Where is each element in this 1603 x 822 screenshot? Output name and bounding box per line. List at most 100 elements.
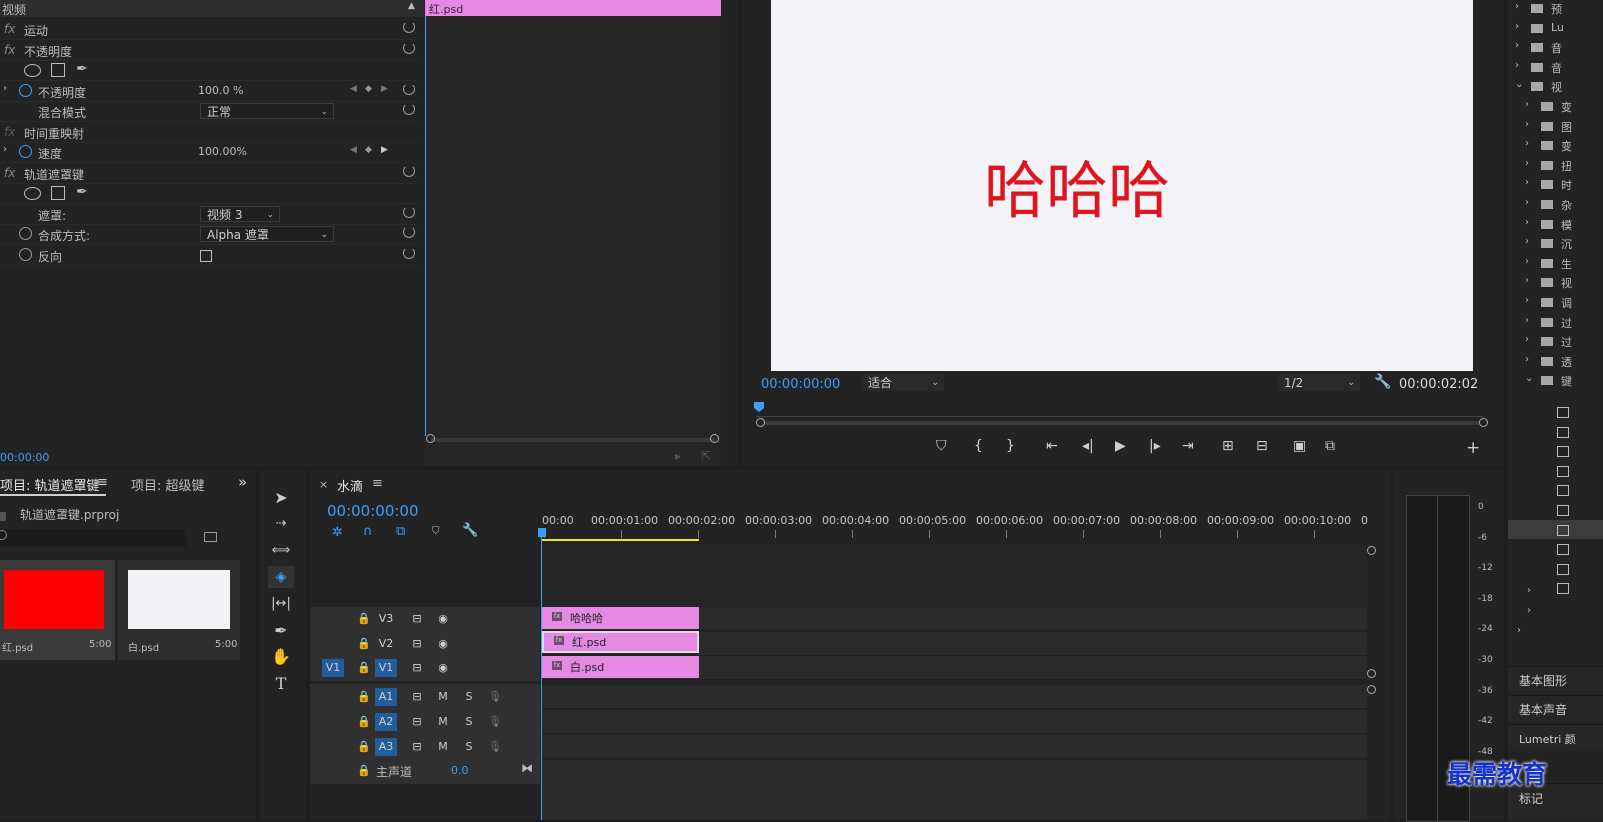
- effects-tree-selected-row[interactable]: [1508, 520, 1603, 539]
- effects-tree-item[interactable]: › 音: [1512, 39, 1602, 57]
- solo-button[interactable]: S: [458, 713, 480, 731]
- add-keyframe-icon[interactable]: ◆: [365, 145, 372, 155]
- effects-tree-item[interactable]: › 音: [1512, 59, 1602, 77]
- go-to-end-icon[interactable]: ⧓: [521, 761, 533, 775]
- track-label[interactable]: A2: [375, 713, 397, 731]
- lock-icon[interactable]: 🔒: [353, 610, 375, 628]
- go-to-out-icon[interactable]: ⇥: [1182, 438, 1194, 454]
- lift-icon[interactable]: ⊞: [1222, 438, 1234, 454]
- slip-tool-icon[interactable]: |↔|: [268, 593, 294, 615]
- sequence-menu-icon[interactable]: ≡: [372, 476, 383, 491]
- reset-icon[interactable]: [403, 165, 415, 177]
- master-value[interactable]: 0.0: [451, 764, 469, 777]
- reset-icon[interactable]: [403, 206, 415, 218]
- microphone-icon[interactable]: 🎙: [484, 738, 506, 756]
- filter-icon[interactable]: ▸: [675, 449, 681, 463]
- effects-tree-item[interactable]: › 变: [1522, 137, 1603, 155]
- mark-out-icon[interactable]: }: [1006, 438, 1015, 454]
- type-tool-icon[interactable]: T: [268, 673, 294, 695]
- add-button-icon[interactable]: +: [1466, 438, 1480, 458]
- lock-icon[interactable]: 🔒: [353, 762, 375, 780]
- reset-icon[interactable]: [403, 247, 415, 259]
- reset-icon[interactable]: [403, 42, 415, 54]
- row-opacity[interactable]: fx 不透明度: [0, 40, 420, 61]
- collapse-up-icon[interactable]: ▲: [408, 1, 415, 11]
- tab-project-super-key[interactable]: 项目: 超级键: [131, 475, 205, 494]
- preset-icon[interactable]: [1557, 505, 1569, 516]
- lock-icon[interactable]: 🔒: [353, 713, 375, 731]
- expand-chevron-icon[interactable]: ›: [3, 83, 7, 94]
- pen-mask-icon[interactable]: ✒: [76, 61, 88, 77]
- effects-tree-item[interactable]: › 变: [1522, 98, 1603, 116]
- track-label[interactable]: A3: [375, 738, 397, 756]
- chevron-right-icon[interactable]: ›: [1525, 197, 1529, 208]
- chevron-right-icon[interactable]: ›: [1525, 158, 1529, 169]
- effects-tree-item[interactable]: › Lu: [1512, 20, 1602, 38]
- snap-magnet-icon[interactable]: ∩: [363, 524, 373, 539]
- matte-select[interactable]: 视频 3 ⌄: [200, 206, 280, 222]
- stopwatch-icon[interactable]: [19, 248, 32, 261]
- preset-icon[interactable]: [1557, 426, 1569, 438]
- reset-icon[interactable]: [403, 226, 415, 238]
- next-keyframe-icon[interactable]: ▶: [381, 84, 388, 94]
- chevron-right-icon[interactable]: ›: [1525, 119, 1529, 130]
- ec-timecode[interactable]: 00:00:00: [0, 451, 49, 464]
- opacity-value[interactable]: 100.0 %: [198, 84, 243, 97]
- sync-lock-icon[interactable]: ⊟: [406, 688, 428, 706]
- effects-tree-item[interactable]: › 扭: [1522, 157, 1603, 175]
- mute-button[interactable]: M: [432, 688, 454, 706]
- mute-button[interactable]: M: [432, 713, 454, 731]
- track-label[interactable]: A1: [375, 688, 397, 706]
- new-bin-icon[interactable]: [204, 532, 217, 542]
- effects-tree-item[interactable]: › 图: [1522, 118, 1603, 136]
- project-item-red-footer[interactable]: 红.psd 5:00: [0, 630, 115, 660]
- chevron-right-icon[interactable]: ›: [1525, 177, 1529, 188]
- tab-project-track-matte[interactable]: 项目: 轨道遮罩键: [0, 475, 100, 494]
- sync-lock-icon[interactable]: ⊟: [406, 635, 428, 653]
- lock-icon[interactable]: 🔒: [353, 688, 375, 706]
- linked-selection-icon[interactable]: ⧉: [396, 524, 405, 539]
- effects-tree-item[interactable]: › 预: [1512, 0, 1602, 18]
- program-timecode-left[interactable]: 00:00:00:00: [761, 377, 840, 392]
- row-motion[interactable]: fx 运动: [0, 19, 420, 40]
- ellipse-mask-icon[interactable]: [24, 64, 41, 77]
- chevron-right-icon[interactable]: ›: [1525, 295, 1529, 306]
- eye-icon[interactable]: ◉: [432, 635, 454, 653]
- fx-badge[interactable]: fx: [4, 22, 15, 36]
- expand-chevron-icon[interactable]: ›: [3, 144, 7, 155]
- prev-keyframe-icon[interactable]: ◀: [350, 84, 357, 94]
- reset-icon[interactable]: [403, 21, 415, 33]
- effects-tree-item[interactable]: › 视: [1522, 274, 1603, 292]
- mute-button[interactable]: M: [432, 738, 454, 756]
- lane-a3[interactable]: [542, 735, 1367, 759]
- play-icon[interactable]: ▶: [1115, 438, 1126, 454]
- add-marker-icon[interactable]: ⛉: [432, 526, 440, 537]
- effects-tree-item[interactable]: › 杂: [1522, 196, 1603, 214]
- program-ruler[interactable]: [756, 404, 1484, 417]
- chevron-right-icon[interactable]: ›: [1525, 256, 1529, 267]
- preset-icon[interactable]: [1557, 544, 1569, 556]
- sync-lock-icon[interactable]: ⊟: [406, 610, 428, 628]
- chevron-right-icon[interactable]: ›: [1515, 40, 1519, 51]
- nest-toggle-icon[interactable]: ✲: [332, 525, 343, 540]
- rectangle-mask-icon[interactable]: [51, 186, 65, 200]
- effects-tree-item[interactable]: › 沉: [1522, 235, 1603, 253]
- scroll-handle-left[interactable]: [426, 434, 435, 443]
- timeline-v-scroll-top[interactable]: [1367, 546, 1376, 555]
- clip-hahaha[interactable]: fx 哈哈哈: [542, 607, 699, 629]
- effects-tree-item[interactable]: › 时: [1522, 176, 1603, 194]
- effects-section-essential-sound[interactable]: 基本声音: [1508, 695, 1603, 721]
- step-forward-icon[interactable]: |▸: [1149, 438, 1161, 454]
- track-label[interactable]: V2: [375, 635, 397, 653]
- ec-scrollbar[interactable]: [431, 438, 715, 442]
- compare-view-icon[interactable]: ⧉: [1325, 438, 1335, 454]
- preset-icon[interactable]: [1557, 407, 1569, 418]
- blend-mode-select[interactable]: 正常 ⌄: [200, 103, 334, 119]
- extract-icon[interactable]: ⊟: [1256, 438, 1268, 454]
- row-time-remap[interactable]: fx 时间重映射: [0, 122, 420, 143]
- zoom-handle-right[interactable]: [1479, 418, 1488, 427]
- stopwatch-icon[interactable]: [19, 227, 32, 240]
- chevron-right-icon[interactable]: ›: [1515, 60, 1519, 71]
- chevron-right-icon[interactable]: ›: [1515, 21, 1519, 32]
- timeline-v-scroll-audio[interactable]: [1367, 685, 1376, 694]
